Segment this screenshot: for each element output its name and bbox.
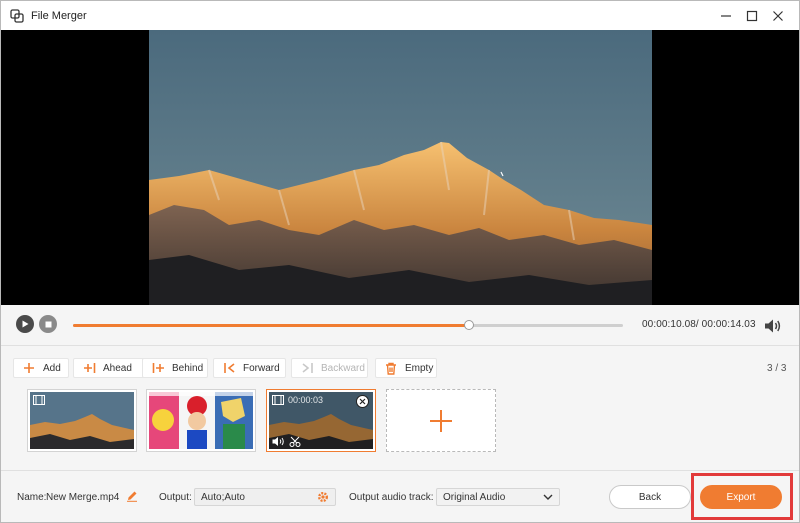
audio-track-label: Output audio track:: [349, 492, 434, 503]
move-behind-icon: [151, 361, 165, 375]
progress-track[interactable]: [73, 320, 623, 330]
remove-clip-button[interactable]: [356, 395, 369, 408]
clip-tools: [272, 436, 301, 447]
ahead-label: Ahead: [103, 362, 132, 374]
export-label: Export: [726, 491, 756, 503]
backward-button[interactable]: Backward: [291, 358, 368, 378]
close-icon: [773, 11, 783, 21]
clip-thumbnail[interactable]: [146, 389, 256, 452]
gear-icon[interactable]: [317, 491, 329, 503]
divider: [1, 345, 799, 346]
app-logo-icon: [10, 9, 24, 23]
window-title: File Merger: [31, 10, 87, 22]
ahead-button[interactable]: Ahead: [73, 358, 147, 378]
empty-label: Empty: [405, 362, 434, 374]
file-merger-window: File Merger 00:00:10.08/ 00:00:14.03 Add…: [0, 0, 800, 523]
behind-button[interactable]: Behind: [142, 358, 208, 378]
forward-icon: [222, 361, 236, 375]
backward-label: Backward: [321, 362, 365, 374]
video-preview: [1, 30, 799, 305]
chevron-down-icon: [543, 494, 553, 500]
name-value: New Merge.mp4: [46, 492, 120, 503]
add-button[interactable]: Add: [13, 358, 69, 378]
play-button[interactable]: [16, 315, 34, 333]
scissors-icon[interactable]: [289, 436, 301, 447]
output-label: Output:: [159, 492, 192, 503]
audio-track-value: Original Audio: [443, 491, 506, 503]
clip-counter: 3 / 3: [767, 363, 787, 374]
export-button[interactable]: Export: [700, 485, 782, 509]
mountain-image: [149, 30, 652, 305]
clip-thumbnail-selected[interactable]: 00:00:03: [266, 389, 376, 452]
progress-fill: [73, 324, 469, 327]
add-clip-box[interactable]: [386, 389, 496, 452]
volume-icon[interactable]: [764, 318, 782, 334]
back-label: Back: [638, 491, 662, 503]
edit-icon[interactable]: [126, 490, 138, 502]
move-ahead-icon: [82, 361, 96, 375]
film-icon: [272, 395, 284, 405]
clip-thumbnail[interactable]: [27, 389, 137, 452]
maximize-button[interactable]: [740, 5, 764, 27]
output-field[interactable]: Auto;Auto: [194, 488, 336, 506]
trash-icon: [384, 361, 398, 375]
stop-icon: [45, 321, 51, 327]
title-bar: File Merger: [1, 1, 799, 30]
play-icon: [22, 320, 29, 328]
forward-button[interactable]: Forward: [213, 358, 286, 378]
progress-handle[interactable]: [464, 320, 474, 330]
audio-icon[interactable]: [272, 436, 285, 447]
divider: [1, 470, 799, 471]
backward-icon: [300, 361, 314, 375]
add-label: Add: [43, 362, 61, 374]
empty-button[interactable]: Empty: [375, 358, 437, 378]
behind-label: Behind: [172, 362, 204, 374]
mountain-thumbnail-image: [30, 392, 134, 449]
time-display: 00:00:10.08/ 00:00:14.03: [642, 319, 756, 330]
minimize-button[interactable]: [714, 5, 738, 27]
audio-track-select[interactable]: Original Audio: [436, 488, 560, 506]
forward-label: Forward: [243, 362, 280, 374]
back-button[interactable]: Back: [609, 485, 691, 509]
close-icon: [359, 398, 366, 405]
maximize-icon: [746, 10, 758, 22]
plus-icon: [430, 409, 452, 432]
stop-button[interactable]: [39, 315, 57, 333]
preview-frame: [149, 30, 652, 305]
close-button[interactable]: [766, 5, 790, 27]
output-value: Auto;Auto: [201, 491, 245, 503]
plus-icon: [22, 361, 36, 375]
game-art-thumbnail-image: [149, 392, 253, 449]
minimize-icon: [721, 15, 731, 17]
player-bar: 00:00:10.08/ 00:00:14.03: [1, 305, 799, 345]
clip-duration: 00:00:03: [288, 395, 324, 405]
name-label: Name:: [17, 492, 47, 503]
film-icon: [33, 395, 45, 405]
